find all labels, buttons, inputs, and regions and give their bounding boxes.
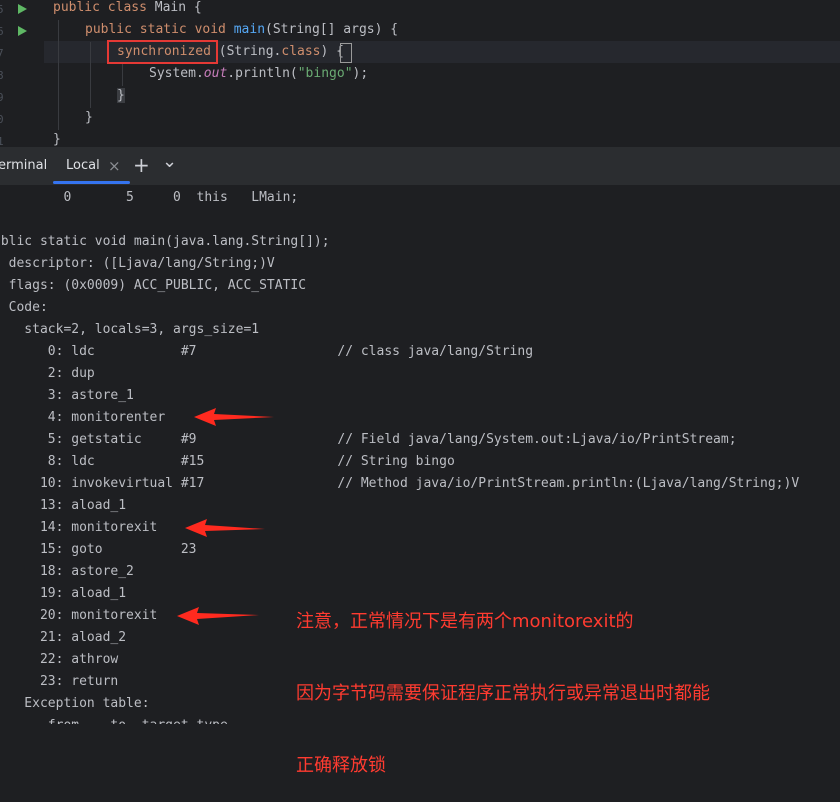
code-line: } [85, 107, 93, 129]
terminal-line: Exception table: [0, 696, 150, 711]
annotation-line: 注意，正常情况下是有两个monitorexit的 [296, 611, 634, 632]
terminal-line: ublic static void main(java.lang.String[… [0, 234, 330, 249]
code-text: .println( [227, 66, 298, 81]
line-number: 6 [0, 25, 4, 38]
line-number: 8 [0, 69, 4, 82]
keyword: public class [53, 0, 147, 15]
line-number: 0 [0, 113, 4, 126]
code-text: System. [149, 66, 204, 81]
terminal-line: 0: ldc #7 // class java/lang/String [0, 344, 534, 359]
keyword: class [281, 44, 321, 59]
close-tab-icon[interactable]: × [108, 157, 121, 175]
code-text: (String. [210, 44, 282, 59]
brace: } [53, 132, 61, 147]
annotation-line: 正确释放锁 [296, 755, 386, 776]
run-main-icon[interactable] [18, 26, 27, 36]
code-editor[interactable]: 5 6 7 8 9 0 1 public class Main { public… [0, 0, 840, 147]
line-number: 1 [0, 135, 4, 147]
new-tab-icon[interactable]: + [133, 153, 150, 177]
synchronized-highlight-box [107, 40, 218, 64]
indent-guide [58, 20, 59, 130]
terminal-line: 10: invokevirtual #17 // Method java/io/… [0, 476, 800, 491]
terminal-line: descriptor: ([Ljava/lang/String;)V [0, 256, 275, 271]
active-tab-indicator [53, 181, 130, 184]
run-class-icon[interactable] [18, 4, 27, 14]
terminal-tab-bar: erminal Local × + ⌄ [0, 147, 840, 186]
line-number: 9 [0, 91, 4, 104]
terminal-line: Code: [8, 300, 48, 315]
arrow-left-icon [194, 408, 274, 426]
field-name: out [203, 66, 228, 81]
terminal-line: 23: return [0, 674, 119, 689]
code-text: Main { [146, 0, 202, 15]
terminal-line: 14: monitorexit [0, 520, 158, 535]
terminal-line: 18: astore_2 [0, 564, 134, 579]
brace: } [117, 88, 125, 103]
terminal-line: 2: dup [0, 366, 95, 381]
terminal-line: flags: (0x0009) ACC_PUBLIC, ACC_STATIC [0, 278, 307, 293]
terminal-line: 13: aload_1 [0, 498, 127, 513]
terminal-line: 0 5 0 this LMain; [0, 190, 299, 205]
terminal-line: 5: getstatic #9 // Field java/lang/Syste… [0, 432, 737, 447]
code-line: } [117, 85, 125, 107]
terminal-line: 21: aload_2 [0, 630, 127, 645]
terminal-line: 15: goto 23 [0, 542, 197, 557]
terminal-line: 3: astore_1 [0, 388, 134, 403]
line-number: 5 [0, 3, 4, 16]
terminal-line: 8: ldc #15 // String bingo [0, 454, 455, 469]
terminal-line: 4: monitorenter [0, 410, 166, 425]
bracket-match-highlight [340, 43, 352, 63]
indent-guide [122, 64, 123, 86]
code-line: System.out.println("bingo"); [149, 63, 368, 85]
code-text: (String[] args) { [265, 22, 399, 37]
annotation-line: 因为字节码需要保证程序正常执行或异常退出时都能 [296, 683, 710, 704]
line-number: 7 [0, 47, 4, 60]
tab-local[interactable]: Local [66, 158, 100, 173]
arrow-left-icon [185, 519, 265, 537]
annotation-note: 注意，正常情况下是有两个monitorexit的 因为字节码需要保证程序正常执行… [296, 562, 710, 802]
brace: } [85, 110, 93, 125]
code-line: public class Main { [53, 0, 202, 19]
terminal-line: stack=2, locals=3, args_size=1 [0, 322, 260, 337]
indent-guide [90, 42, 91, 108]
terminal-line: from to target type [0, 715, 228, 724]
code-text: ); [352, 66, 369, 81]
arrow-left-icon [177, 607, 259, 625]
terminal-line: 19: aload_1 [0, 586, 127, 601]
terminal-line: 22: athrow [0, 652, 119, 667]
keyword: public static void [85, 22, 234, 37]
code-line: public static void main(String[] args) { [85, 19, 398, 41]
terminal-line: 20: monitorexit [0, 608, 158, 623]
line-gutter: 5 6 7 8 9 0 1 [0, 0, 44, 147]
terminal-title[interactable]: erminal [0, 158, 47, 173]
code-line: } [53, 129, 61, 147]
string-literal: "bingo" [297, 66, 353, 81]
method-name: main [233, 22, 266, 37]
chevron-down-icon[interactable]: ⌄ [162, 151, 177, 172]
